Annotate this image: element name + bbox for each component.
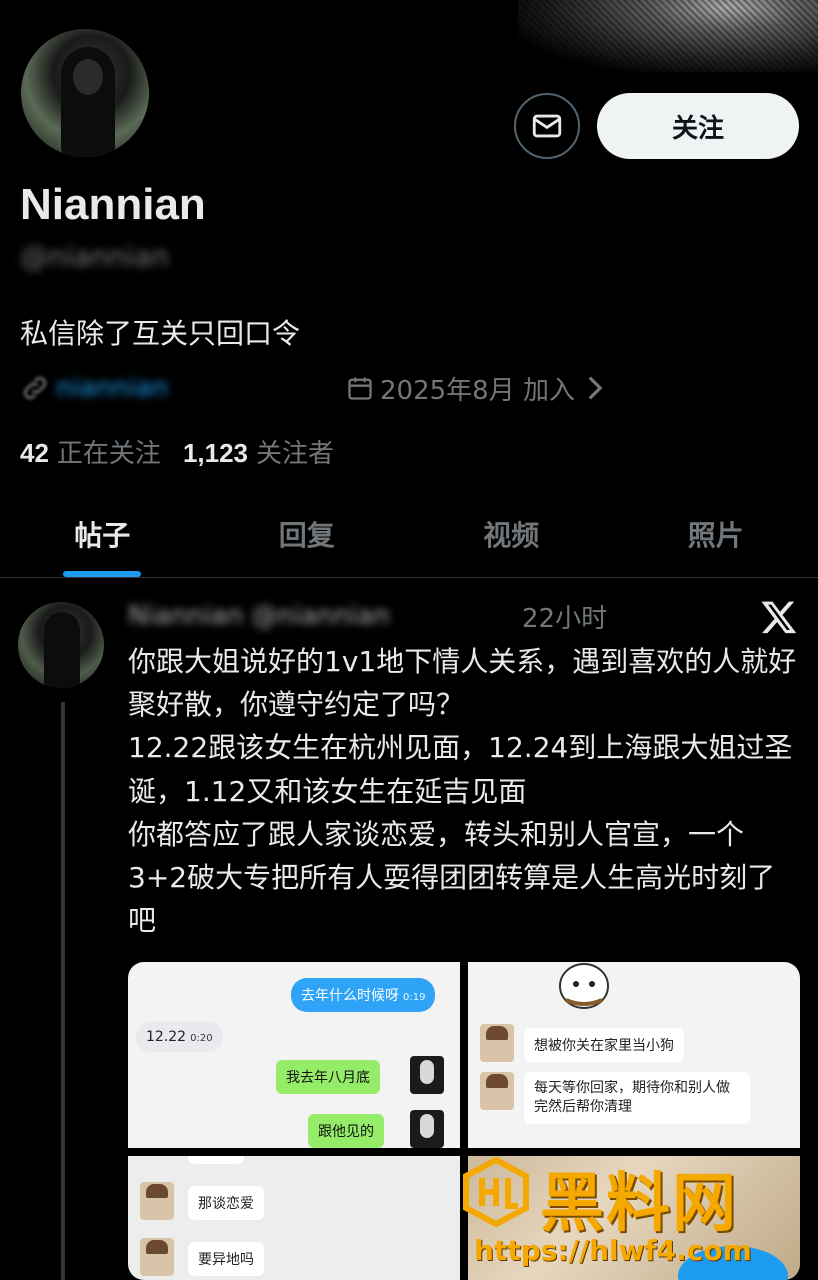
link-icon: [23, 376, 47, 400]
chat-bubble: 12.22 0:20: [136, 1022, 223, 1052]
chat-text: 去年什么时候呀: [301, 988, 399, 1004]
chat-avatar: [140, 1238, 174, 1276]
mail-icon: [532, 114, 562, 138]
chat-avatar: [410, 1056, 444, 1094]
followers-label: 关注者: [256, 439, 335, 469]
x-logo-icon: [761, 601, 797, 634]
avatar-figure: [44, 612, 80, 688]
followers-link[interactable]: 1,123 关注者: [183, 433, 334, 470]
display-name: Niannian: [20, 180, 206, 229]
chat-bubble: 跟他见的: [308, 1114, 384, 1148]
profile-link[interactable]: niannian: [56, 373, 336, 403]
chevron-right-icon[interactable]: [585, 375, 605, 401]
chat-avatar: [480, 1072, 514, 1110]
tab-posts[interactable]: 帖子: [0, 490, 205, 577]
profile-tabs: 帖子 回复 视频 照片: [0, 490, 818, 578]
tab-replies[interactable]: 回复: [205, 490, 410, 577]
post-paragraph: 你都答应了跟人家谈恋爱，转头和别人官宣，一个3+2破大专把所有人耍得团团转算是人…: [128, 817, 776, 938]
thread-line: [61, 702, 65, 1280]
chat-bubble: 每天等你回家，期待你和别人做完然后帮你清理: [524, 1072, 750, 1124]
bunny-sticker-icon: [559, 963, 609, 1009]
media-image-1[interactable]: 去年什么时候呀 0:19 12.22 0:20 我去年八月底 跟他见的: [128, 962, 460, 1148]
post-author-avatar[interactable]: [18, 602, 104, 688]
chat-bubble: 想被你关在家里当小狗: [524, 1028, 684, 1062]
profile-meta: niannian 2025年8月 加入: [20, 368, 605, 408]
chat-avatar: [140, 1182, 174, 1220]
media-image-2[interactable]: 想被你关在家里当小狗 每天等你回家，期待你和别人做完然后帮你清理: [468, 962, 800, 1148]
tab-videos[interactable]: 视频: [409, 490, 614, 577]
follow-stats: 42 正在关注 1,123 关注者: [20, 433, 356, 470]
chat-time: 0:20: [190, 1033, 213, 1044]
chat-time: 0:19: [403, 992, 426, 1003]
post-body: 你跟大姐说好的1v1地下情人关系，遇到喜欢的人就好聚好散，你遵守约定了吗？ 12…: [128, 640, 800, 942]
profile-bio: 私信除了互关只回口令: [20, 317, 301, 350]
post-author[interactable]: Niannian @niannian: [128, 601, 518, 631]
post-time[interactable]: 22小时: [522, 598, 607, 635]
join-date: 2025年8月 加入: [380, 375, 575, 406]
chat-avatar: [480, 1024, 514, 1062]
avatar-face: [73, 59, 103, 95]
banner-image: [518, 0, 818, 72]
chat-bubble: 去年什么时候呀 0:19: [291, 978, 436, 1012]
following-count: 42: [20, 438, 49, 468]
followers-count: 1,123: [182, 438, 249, 468]
tab-photos[interactable]: 照片: [614, 490, 818, 577]
chat-bubble: 我去年八月底: [276, 1060, 380, 1094]
follow-button[interactable]: 关注: [597, 93, 799, 159]
user-handle: @niannian: [20, 240, 169, 273]
following-link[interactable]: 42 正在关注: [20, 433, 161, 470]
chat-bubble: 那谈恋爱: [188, 1186, 264, 1220]
chat-bubble: 要异地吗: [188, 1242, 264, 1276]
post-header: Niannian @niannian 22小时: [128, 596, 607, 636]
media-image-3[interactable]: 那谈恋爱 要异地吗: [128, 1156, 460, 1280]
post-paragraph: 12.22跟该女生在杭州见面，12.24到上海跟大姐过圣诞，1.12又和该女生在…: [128, 731, 793, 808]
message-button[interactable]: [514, 93, 580, 159]
media-image-4[interactable]: [468, 1156, 800, 1280]
chat-text: 12.22: [146, 1029, 187, 1045]
post-paragraph: 你跟大姐说好的1v1地下情人关系，遇到喜欢的人就好聚好散，你遵守约定了吗？: [128, 645, 797, 722]
calendar-icon: [348, 377, 372, 400]
post-media-grid: 去年什么时候呀 0:19 12.22 0:20 我去年八月底 跟他见的 想被你关在家…: [128, 962, 800, 1280]
following-label: 正在关注: [56, 439, 161, 469]
chat-avatar: [410, 1110, 444, 1148]
profile-avatar[interactable]: [18, 26, 152, 160]
chat-bubble: [188, 1156, 244, 1164]
